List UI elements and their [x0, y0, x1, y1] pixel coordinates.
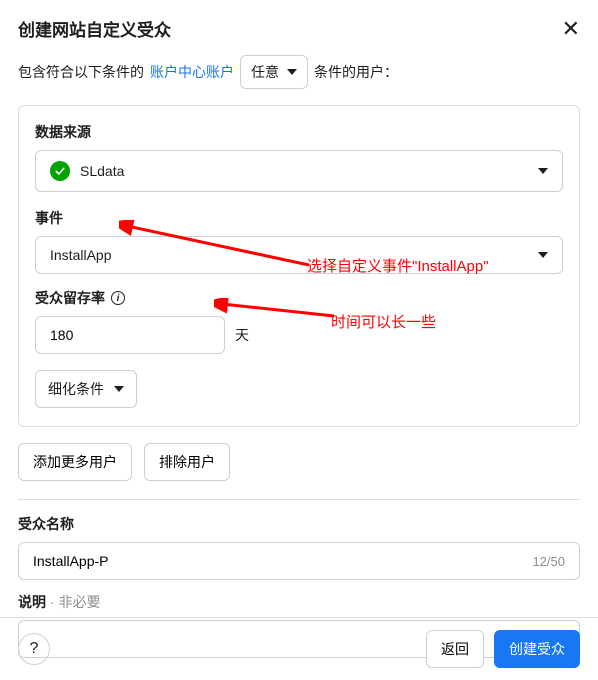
filter-suffix: 条件的用户： — [314, 62, 398, 82]
description-optional: · 非必要 — [46, 594, 100, 610]
info-icon[interactable]: i — [111, 291, 125, 305]
match-condition-dropdown[interactable]: 任意 — [240, 55, 308, 89]
match-condition-value: 任意 — [251, 62, 279, 82]
add-more-users-button[interactable]: 添加更多用户 — [18, 443, 132, 481]
retention-suffix: 天 — [235, 325, 249, 345]
event-dropdown[interactable]: InstallApp — [35, 236, 563, 274]
help-button[interactable]: ? — [18, 633, 50, 665]
retention-label-row: 受众留存率 i — [35, 288, 563, 308]
close-button[interactable]: ✕ — [562, 18, 580, 40]
back-button[interactable]: 返回 — [426, 630, 484, 668]
audience-name-count: 12/50 — [532, 554, 565, 569]
source-label: 数据来源 — [35, 122, 563, 142]
chevron-down-icon — [538, 252, 548, 258]
filter-row: 包含符合以下条件的账户中心账户 任意 条件的用户： — [0, 51, 598, 105]
retention-label: 受众留存率 — [35, 288, 105, 308]
audience-name-label: 受众名称 — [18, 514, 580, 534]
chevron-down-icon — [287, 69, 297, 75]
refine-condition-button[interactable]: 细化条件 — [35, 370, 137, 408]
audience-name-input[interactable] — [33, 553, 532, 569]
close-icon: ✕ — [562, 16, 580, 41]
criteria-panel: 数据来源 SLdata 事件 InstallApp 受众留存率 i 天 细化条件… — [18, 105, 580, 427]
user-action-row: 添加更多用户 排除用户 — [0, 427, 598, 481]
page-title: 创建网站自定义受众 — [18, 16, 171, 41]
refine-label: 细化条件 — [48, 379, 104, 399]
data-source-dropdown[interactable]: SLdata — [35, 150, 563, 192]
divider — [18, 499, 580, 500]
description-label-row: 说明 · 非必要 — [0, 592, 598, 620]
account-center-link[interactable]: 账户中心账户 — [150, 62, 234, 82]
data-source-value: SLdata — [80, 163, 124, 179]
check-circle-icon — [50, 161, 70, 181]
event-label: 事件 — [35, 208, 563, 228]
audience-name-field[interactable]: 12/50 — [18, 542, 580, 580]
create-audience-button[interactable]: 创建受众 — [494, 630, 580, 668]
event-value: InstallApp — [50, 247, 111, 263]
description-label: 说明 — [18, 594, 46, 610]
filter-prefix: 包含符合以下条件的 — [18, 62, 144, 82]
exclude-users-button[interactable]: 排除用户 — [144, 443, 230, 481]
footer: ? 返回 创建受众 — [0, 617, 598, 680]
retention-days-input[interactable] — [35, 316, 225, 354]
chevron-down-icon — [114, 386, 124, 392]
help-icon: ? — [30, 640, 39, 658]
chevron-down-icon — [538, 168, 548, 174]
